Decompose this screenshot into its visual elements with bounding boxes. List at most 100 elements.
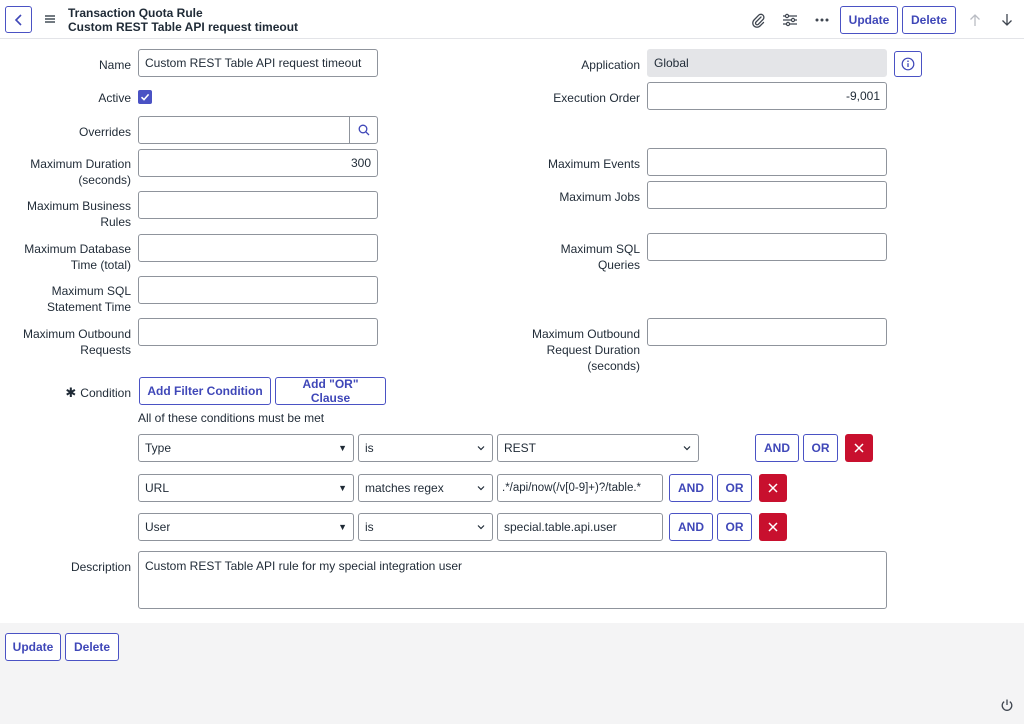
paperclip-icon[interactable] [749, 11, 767, 29]
condition-1-delete-button[interactable] [845, 434, 873, 462]
max-sql-statement-label: Maximum SQL Statement Time [10, 283, 131, 315]
description-textarea[interactable]: Custom REST Table API rule for my specia… [138, 551, 887, 609]
more-options-icon[interactable] [813, 11, 831, 29]
max-sql-queries-label-line2: Queries [597, 258, 640, 272]
max-db-time-label: Maximum Database Time (total) [10, 241, 131, 273]
max-outbound-duration-label: Maximum Outbound Request Duration (secon… [505, 326, 640, 374]
condition-1-field-select[interactable]: Type ▼ [138, 434, 354, 462]
power-icon[interactable] [1000, 698, 1014, 712]
max-outbound-requests-label-line1: Maximum Outbound [22, 327, 131, 341]
condition-1-value-select[interactable]: REST [497, 434, 699, 462]
name-field[interactable]: Custom REST Table API request timeout [138, 49, 378, 77]
condition-label-wrap: ✱ Condition [40, 385, 131, 401]
arrow-up-icon[interactable] [966, 11, 984, 29]
arrow-down-icon[interactable] [998, 11, 1016, 29]
max-outbound-duration-label-line2: Request Duration [546, 343, 640, 357]
condition-3-field-select[interactable]: User ▼ [138, 513, 354, 541]
description-label: Description [70, 560, 131, 574]
max-outbound-duration-label-line3: (seconds) [587, 359, 640, 373]
application-info-button[interactable] [894, 51, 922, 77]
form-header: Transaction Quota Rule Custom REST Table… [0, 0, 1024, 39]
info-icon [901, 57, 915, 71]
active-checkbox[interactable] [138, 90, 152, 104]
max-outbound-requests-label-line2: Requests [80, 343, 131, 357]
application-label: Application [581, 58, 640, 72]
condition-2-delete-button[interactable] [759, 474, 787, 502]
close-icon [768, 522, 778, 532]
max-outbound-duration-label-line1: Maximum Outbound [531, 327, 640, 341]
footer-delete-button[interactable]: Delete [65, 633, 119, 661]
execution-order-label: Execution Order [553, 91, 640, 105]
active-label: Active [98, 91, 131, 105]
chevron-left-icon [14, 13, 22, 26]
record-title: Custom REST Table API request timeout [68, 20, 299, 34]
max-sql-statement-label-line1: Maximum SQL [51, 284, 131, 298]
application-field: Global [647, 49, 887, 77]
max-outbound-requests-field[interactable] [138, 318, 378, 346]
max-outbound-requests-label: Maximum Outbound Requests [5, 326, 131, 358]
max-db-time-label-line1: Maximum Database [24, 242, 131, 256]
max-db-time-label-line2: Time (total) [70, 258, 131, 272]
back-button[interactable] [5, 6, 32, 33]
execution-order-field[interactable]: -9,001 [647, 82, 887, 110]
close-icon [854, 443, 864, 453]
condition-1-or-button[interactable]: OR [803, 434, 838, 462]
condition-3-and-button[interactable]: AND [669, 513, 713, 541]
max-db-time-field[interactable] [138, 234, 378, 262]
caret-down-icon: ▼ [338, 522, 347, 532]
condition-2-and-button[interactable]: AND [669, 474, 713, 502]
conditions-hint: All of these conditions must be met [138, 411, 325, 425]
settings-sliders-icon[interactable] [781, 11, 799, 29]
condition-2-field-select[interactable]: URL ▼ [138, 474, 354, 502]
chevron-down-icon [477, 446, 485, 451]
condition-3-operator-select[interactable]: is [358, 513, 493, 541]
max-business-rules-label: Maximum Business Rules [10, 198, 131, 230]
max-business-rules-field[interactable] [138, 191, 378, 219]
max-sql-queries-label-line1: Maximum SQL [560, 242, 640, 256]
search-icon [358, 124, 369, 136]
condition-3-value-input[interactable]: special.table.api.user [497, 513, 663, 541]
max-duration-field[interactable]: 300 [138, 149, 378, 177]
condition-1-value: REST [504, 441, 537, 455]
max-jobs-field[interactable] [647, 181, 887, 209]
add-filter-condition-button[interactable]: Add Filter Condition [139, 377, 271, 405]
max-sql-queries-label: Maximum SQL Queries [520, 241, 640, 273]
chevron-down-icon [683, 446, 691, 451]
header-update-button[interactable]: Update [840, 6, 898, 34]
checkmark-icon [140, 93, 150, 101]
overrides-lookup-button[interactable] [349, 116, 378, 144]
caret-down-icon: ▼ [338, 483, 347, 493]
condition-3-or-button[interactable]: OR [717, 513, 752, 541]
footer-update-button[interactable]: Update [5, 633, 61, 661]
condition-1-and-button[interactable]: AND [755, 434, 799, 462]
max-outbound-duration-field[interactable] [647, 318, 887, 346]
condition-2-operator-value: matches regex [365, 481, 444, 495]
condition-1-field-value: Type [145, 441, 172, 455]
max-sql-queries-field[interactable] [647, 233, 887, 261]
overrides-field[interactable] [138, 116, 350, 144]
max-events-field[interactable] [647, 148, 887, 176]
add-or-clause-button[interactable]: Add "OR" Clause [275, 377, 386, 405]
max-sql-statement-field[interactable] [138, 276, 378, 304]
condition-2-value-input[interactable]: .*/api/now(/v[0-9]+)?/table.* [497, 474, 663, 502]
condition-2-operator-select[interactable]: matches regex [358, 474, 493, 502]
condition-3-field-value: User [145, 520, 171, 534]
menu-icon[interactable] [43, 12, 57, 26]
required-marker: ✱ [65, 385, 77, 400]
condition-1-operator-select[interactable]: is [358, 434, 493, 462]
chevron-down-icon [477, 525, 485, 530]
header-delete-button[interactable]: Delete [902, 6, 956, 34]
form-title: Transaction Quota Rule [68, 6, 203, 20]
chevron-down-icon [477, 486, 485, 491]
max-events-label: Maximum Events [547, 157, 640, 171]
max-duration-label-line2: (seconds) [78, 173, 131, 187]
name-label: Name [98, 58, 131, 72]
max-business-rules-label-line2: Rules [100, 215, 131, 229]
condition-2-or-button[interactable]: OR [717, 474, 752, 502]
condition-2-field-value: URL [145, 481, 170, 495]
condition-3-value: special.table.api.user [504, 520, 617, 534]
close-icon [768, 483, 778, 493]
max-sql-statement-label-line2: Statement Time [46, 300, 131, 314]
max-duration-label: Maximum Duration (seconds) [10, 156, 131, 188]
condition-3-delete-button[interactable] [759, 513, 787, 541]
